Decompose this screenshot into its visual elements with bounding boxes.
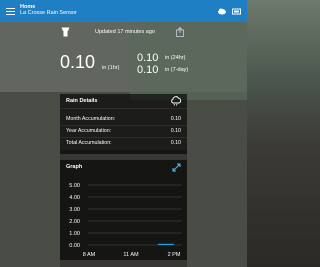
rain-details-title: Rain Details bbox=[66, 98, 98, 104]
year-accumulation-row: Year Accumulation: 0.10 bbox=[66, 128, 181, 134]
x-tick-label: 8 AM bbox=[83, 252, 96, 258]
cloud-rain-icon bbox=[171, 96, 182, 106]
total-accumulation-value: 0.10 bbox=[170, 140, 181, 146]
graph-card: Graph 5.00 4.00 3.00 2.00 1.00 0.00 8 AM 11 AM 2… bbox=[60, 160, 187, 260]
rain-7day-value: 0.10 bbox=[137, 64, 159, 76]
month-accumulation-label: Month Accumulation: bbox=[66, 116, 116, 122]
updated-time: Updated 17 minutes ago bbox=[95, 29, 155, 35]
status-row: Updated 17 minutes ago bbox=[0, 26, 247, 40]
year-accumulation-value: 0.10 bbox=[170, 128, 181, 134]
y-tick-label: 4.00 bbox=[69, 195, 80, 201]
rain-1hr-value: 0.10 bbox=[60, 52, 96, 72]
month-accumulation-row: Month Accumulation: 0.10 bbox=[66, 116, 181, 122]
rain-gauge-icon bbox=[61, 27, 70, 37]
expand-icon[interactable] bbox=[172, 163, 181, 172]
y-tick-label: 2.00 bbox=[69, 219, 80, 225]
y-tick-label: 0.00 bbox=[69, 243, 80, 249]
y-tick-label: 5.00 bbox=[69, 183, 80, 189]
rain-chart: 5.00 4.00 3.00 2.00 1.00 0.008 AM 11 AM 2 PM bbox=[69, 183, 182, 258]
x-tick-label: 2 PM bbox=[168, 252, 181, 258]
share-icon[interactable] bbox=[176, 27, 184, 37]
app-bar: Home La Crosse Rain Sensor bbox=[0, 0, 247, 22]
graph-title: Graph bbox=[66, 164, 83, 170]
rain-details-card: Rain Details Month Accumulation: 0.10 Ye… bbox=[60, 94, 187, 154]
x-tick-label: 11 AM bbox=[123, 252, 139, 258]
device-name: La Crosse Rain Sensor bbox=[20, 10, 77, 16]
total-accumulation-label: Total Accumulation: bbox=[66, 140, 112, 146]
rain-24hr-unit: in (24hr) bbox=[165, 55, 186, 61]
year-accumulation-label: Year Accumulation: bbox=[66, 128, 112, 134]
y-tick-label: 1.00 bbox=[69, 231, 80, 237]
month-accumulation-value: 0.10 bbox=[170, 116, 181, 122]
divider bbox=[60, 108, 187, 109]
rain-bar bbox=[158, 243, 174, 245]
rain-1hr-unit: in (1hr) bbox=[102, 65, 120, 71]
y-tick-label: 3.00 bbox=[69, 207, 80, 213]
divider bbox=[60, 125, 187, 126]
rain-7day-unit: in (7-day) bbox=[165, 67, 189, 73]
menu-icon[interactable] bbox=[6, 7, 15, 15]
rain-24hr-value: 0.10 bbox=[137, 52, 159, 64]
wide-view-icon[interactable] bbox=[232, 7, 241, 16]
divider bbox=[60, 137, 187, 138]
cloud-icon[interactable] bbox=[217, 7, 227, 15]
total-accumulation-row: Total Accumulation: 0.10 bbox=[66, 140, 181, 146]
